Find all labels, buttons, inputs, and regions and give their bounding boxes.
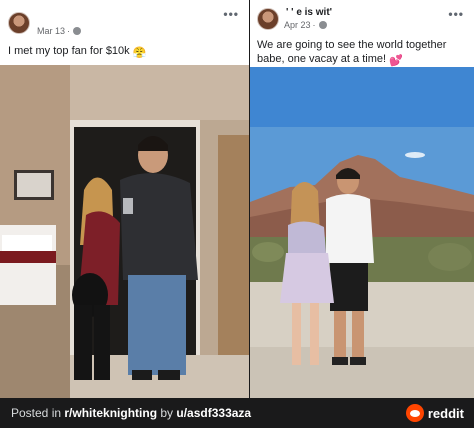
globe-icon bbox=[73, 27, 82, 35]
left-post: Mar 13 · ••• I met my top fan for $10k 😤 bbox=[0, 0, 249, 398]
footer-prefix: Posted in bbox=[11, 406, 65, 420]
reddit-wordmark: reddit bbox=[427, 405, 464, 421]
emoji-icon: 💕 bbox=[389, 55, 403, 67]
emoji-icon: 😤 bbox=[132, 47, 147, 59]
more-options-icon[interactable]: ••• bbox=[448, 7, 464, 21]
post-text-body: We are going to see the world together b… bbox=[257, 39, 447, 65]
post-meta: Apr 23 · bbox=[284, 20, 327, 30]
avatar[interactable] bbox=[257, 8, 279, 30]
post-photo[interactable] bbox=[0, 65, 249, 398]
post-meta: Mar 13 · bbox=[37, 26, 82, 36]
reddit-footer: Posted in r/whiteknighting by u/asdf333a… bbox=[0, 398, 474, 428]
right-post: ' ' e is wit' Apr 23 · ••• We are going … bbox=[250, 0, 474, 398]
footer-by: by bbox=[157, 406, 177, 420]
meta-separator: · bbox=[67, 26, 71, 36]
post-date[interactable]: Apr 23 bbox=[284, 20, 311, 30]
post-text: I met my top fan for $10k 😤 bbox=[8, 44, 243, 60]
photo-illustration bbox=[0, 65, 249, 398]
post-date[interactable]: Mar 13 bbox=[37, 26, 65, 36]
subreddit-link[interactable]: r/whiteknighting bbox=[64, 406, 157, 420]
more-options-icon[interactable]: ••• bbox=[223, 7, 239, 21]
username-link[interactable]: u/asdf333aza bbox=[176, 406, 251, 420]
post-header: Mar 13 · ••• bbox=[0, 0, 249, 36]
footer-caption: Posted in r/whiteknighting by u/asdf333a… bbox=[11, 406, 251, 420]
meta-separator: · bbox=[312, 20, 316, 30]
post-text-body: I met my top fan for $10k bbox=[8, 45, 130, 57]
avatar[interactable] bbox=[8, 12, 30, 34]
globe-icon bbox=[318, 21, 327, 29]
post-photo[interactable] bbox=[250, 67, 474, 398]
post-text: We are going to see the world together b… bbox=[257, 38, 468, 68]
author-name[interactable]: ' ' e is wit' bbox=[286, 7, 332, 18]
reddit-brand[interactable]: reddit bbox=[405, 404, 464, 422]
photo-illustration bbox=[250, 67, 474, 398]
post-header: ' ' e is wit' Apr 23 · ••• bbox=[250, 0, 474, 36]
reddit-logo-icon bbox=[405, 404, 424, 422]
